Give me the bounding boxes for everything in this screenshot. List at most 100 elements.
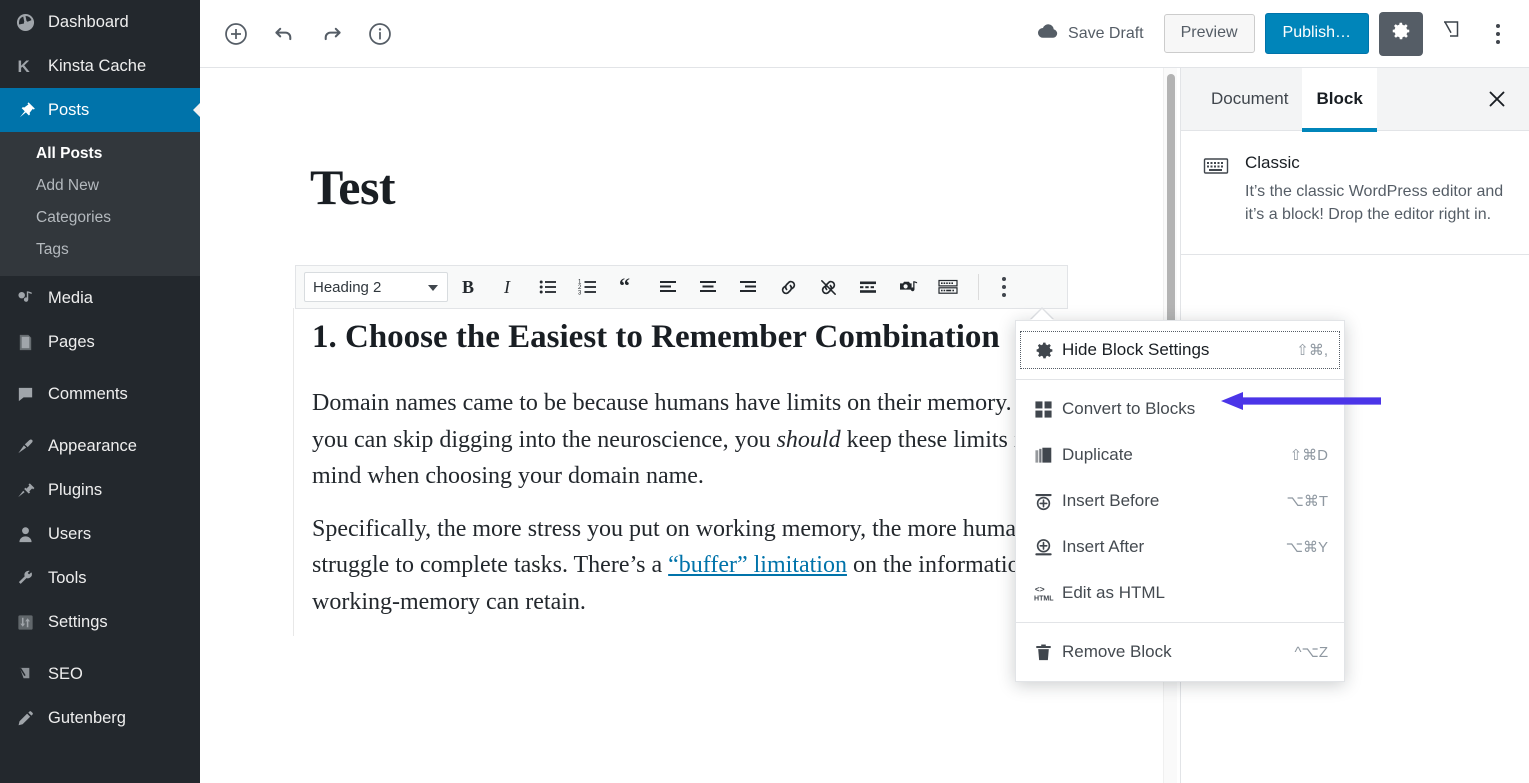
gear-icon [1390,20,1412,47]
sidebar-item-posts[interactable]: Posts [0,88,200,132]
submenu-item-all-posts[interactable]: All Posts [0,138,200,170]
menu-item-shortcut: ⇧⌘D [1290,446,1328,464]
bulleted-list-button[interactable] [528,267,568,307]
settings-gear-button[interactable] [1379,12,1423,56]
content-heading: 1. Choose the Easiest to Remember Combin… [312,308,1083,367]
publish-button[interactable]: Publish… [1265,13,1369,54]
bold-button[interactable]: B [448,267,488,307]
settings-sliders-icon [12,612,38,632]
add-media-button[interactable] [888,267,928,307]
dashboard-icon [12,12,38,32]
sidebar-item-label: Dashboard [48,14,129,31]
sidebar-item-label: SEO [48,666,83,683]
sidebar-item-seo[interactable]: SEO [0,652,200,696]
posts-submenu: All Posts Add New Categories Tags [0,132,200,276]
menu-separator [0,644,200,652]
block-info-text: Classic It’s the classic WordPress edito… [1245,153,1505,226]
svg-text:<>: <> [1035,584,1045,594]
svg-text:B: B [462,277,474,297]
gear-icon [1034,340,1062,361]
menu-item-label: Insert After [1062,537,1144,557]
editor-header: Save Draft Preview Publish… [200,0,1529,68]
post-title[interactable]: Test [310,158,395,216]
menu-item-insert-before[interactable]: Insert Before ⌥⌘T [1016,478,1344,524]
submenu-item-categories[interactable]: Categories [0,202,200,234]
sidebar-item-pages[interactable]: Pages [0,320,200,364]
sidebar-item-settings[interactable]: Settings [0,600,200,644]
sidebar-item-gutenberg[interactable]: Gutenberg [0,696,200,740]
sidebar-item-label: Gutenberg [48,710,126,727]
menu-item-label: Duplicate [1062,445,1133,465]
gutenberg-pencil-icon [12,708,38,728]
block-title: Classic [1245,153,1505,173]
remove-link-button[interactable] [808,267,848,307]
sidebar-item-label: Posts [48,102,89,119]
preview-button[interactable]: Preview [1164,14,1255,53]
block-more-options-button[interactable] [983,266,1025,308]
add-block-icon[interactable] [218,16,254,52]
toggle-toolbar-button[interactable] [928,267,968,307]
sidebar-item-users[interactable]: Users [0,512,200,556]
menu-group-1: Hide Block Settings ⇧⌘, [1016,321,1344,379]
sidebar-item-label: Settings [48,614,108,631]
menu-item-label: Hide Block Settings [1062,340,1209,360]
sidebar-item-kinsta-cache[interactable]: K Kinsta Cache [0,44,200,88]
sidebar-item-label: Users [48,526,91,543]
sidebar-item-media[interactable]: Media [0,276,200,320]
redo-icon[interactable] [314,16,350,52]
menu-item-hide-block-settings[interactable]: Hide Block Settings ⇧⌘, [1016,327,1344,373]
save-draft-button[interactable]: Save Draft [1027,16,1154,51]
submenu-item-tags[interactable]: Tags [0,234,200,266]
menu-item-convert-to-blocks[interactable]: Convert to Blocks [1016,386,1344,432]
menu-item-remove-block[interactable]: Remove Block ^⌥Z [1016,629,1344,675]
menu-item-insert-after[interactable]: Insert After ⌥⌘Y [1016,524,1344,570]
submenu-item-add-new[interactable]: Add New [0,170,200,202]
align-left-button[interactable] [648,267,688,307]
chevron-down-icon [428,285,438,291]
blockquote-button[interactable]: “ [608,267,648,307]
insert-read-more-button[interactable] [848,267,888,307]
sidebar-item-dashboard[interactable]: Dashboard [0,0,200,44]
wordpress-editor-screen: Dashboard K Kinsta Cache Posts All Posts… [0,0,1529,783]
undo-icon[interactable] [266,16,302,52]
duplicate-icon [1034,446,1062,465]
paragraph-1-emphasis: should [777,427,841,453]
sidebar-item-label: Pages [48,334,95,351]
numbered-list-button[interactable]: 123 [568,267,608,307]
yoast-icon [1439,18,1465,49]
sidebar-item-comments[interactable]: Comments [0,372,200,416]
sidebar-item-appearance[interactable]: Appearance [0,424,200,468]
more-tools-button[interactable] [1481,15,1515,53]
insert-after-icon [1034,538,1062,557]
comments-icon [12,384,38,404]
svg-text:I: I [503,277,511,297]
sidebar-item-label: Comments [48,386,128,403]
format-select[interactable]: Heading 2 [304,272,448,302]
pages-icon [12,332,38,352]
tab-document[interactable]: Document [1197,68,1302,131]
italic-button[interactable]: I [488,267,528,307]
svg-text:HTML: HTML [1034,595,1054,602]
menu-item-edit-as-html[interactable]: <>HTML Edit as HTML [1016,570,1344,616]
svg-text:“: “ [619,276,630,298]
tab-block[interactable]: Block [1302,68,1376,131]
settings-sidebar-tabs: Document Block [1181,68,1529,131]
close-sidebar-button[interactable] [1479,81,1515,117]
align-right-button[interactable] [728,267,768,307]
admin-sidebar: Dashboard K Kinsta Cache Posts All Posts… [0,0,200,783]
insert-link-button[interactable] [768,267,808,307]
classic-editor-toolbar: Heading 2 B I 123 “ [295,265,1068,309]
yoast-button[interactable] [1433,15,1471,53]
header-left-tools [218,16,398,52]
align-center-button[interactable] [688,267,728,307]
buffer-limitation-link[interactable]: “buffer” limitation [668,552,847,578]
classic-block-content[interactable]: 1. Choose the Easiest to Remember Combin… [293,308,1083,636]
content-paragraph-1: Domain names came to be because humans h… [312,385,1083,494]
sidebar-item-label: Plugins [48,482,102,499]
cloud-upload-icon [1037,22,1059,45]
menu-item-duplicate[interactable]: Duplicate ⇧⌘D [1016,432,1344,478]
content-info-icon[interactable] [362,16,398,52]
menu-item-label: Edit as HTML [1062,583,1165,603]
sidebar-item-plugins[interactable]: Plugins [0,468,200,512]
sidebar-item-tools[interactable]: Tools [0,556,200,600]
